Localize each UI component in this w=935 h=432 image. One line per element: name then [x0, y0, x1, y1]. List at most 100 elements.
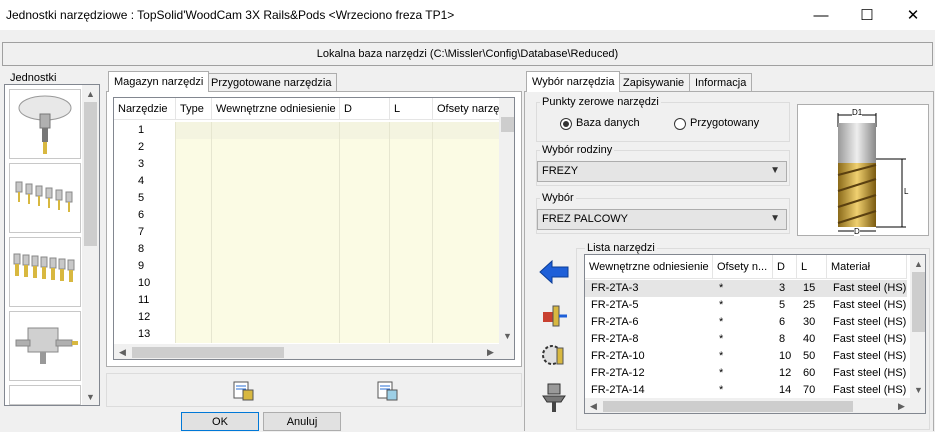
- tab-wybor[interactable]: Wybór narzędzia: [526, 71, 621, 92]
- cancel-button[interactable]: Anuluj: [263, 412, 341, 431]
- magazine-vscroll-thumb[interactable]: [501, 117, 514, 132]
- table-row[interactable]: 8: [114, 241, 500, 258]
- units-scrollbar[interactable]: ▲ ▼: [82, 85, 99, 405]
- scroll-right-icon[interactable]: ▶: [893, 398, 910, 413]
- table-cell: [433, 139, 500, 156]
- table-row[interactable]: 2: [114, 139, 500, 156]
- tool-list-row[interactable]: FR-2TA-8 * 8 40 Fast steel (HS): [585, 331, 907, 348]
- table-row[interactable]: 11: [114, 292, 500, 309]
- table-cell: [390, 275, 433, 292]
- tool-list-row[interactable]: FR-2TA-6 * 6 30 Fast steel (HS): [585, 314, 907, 331]
- table-cell: [212, 258, 340, 275]
- unit-thumb-drills[interactable]: [9, 237, 81, 307]
- magazine-hscroll[interactable]: ◀ ▶: [114, 344, 514, 359]
- col-l[interactable]: L: [797, 255, 827, 278]
- table-row[interactable]: 1: [114, 122, 500, 139]
- maximize-button[interactable]: ☐: [844, 0, 890, 30]
- unit-thumb-aggregate[interactable]: [9, 311, 81, 381]
- table-cell: [390, 173, 433, 190]
- units-list[interactable]: ▲ ▼: [4, 84, 100, 406]
- title-bar: Jednostki narzędziowe : TopSolid'WoodCam…: [0, 0, 935, 30]
- scroll-right-icon[interactable]: ▶: [482, 344, 499, 359]
- magazine-hscroll-thumb[interactable]: [132, 347, 284, 358]
- tool-list-row[interactable]: FR-2TA-10 * 10 50 Fast steel (HS): [585, 348, 907, 365]
- tab-zapisywanie[interactable]: Zapisywanie: [617, 73, 691, 92]
- tool-list-grid[interactable]: Wewnętrzne odniesienie Ofsety n... D L M…: [584, 254, 926, 414]
- tool-list-cell: 10: [779, 350, 792, 362]
- tool-list-vscroll[interactable]: ▲ ▼: [910, 255, 925, 398]
- col-type[interactable]: Type: [176, 98, 212, 119]
- table-cell: [176, 224, 212, 241]
- close-button[interactable]: ✕: [890, 0, 935, 30]
- scroll-left-icon[interactable]: ◀: [585, 398, 602, 413]
- scroll-up-icon[interactable]: ▲: [910, 255, 925, 272]
- minimize-button[interactable]: —: [798, 0, 844, 30]
- table-row[interactable]: 6: [114, 207, 500, 224]
- scroll-down-icon[interactable]: ▼: [499, 327, 514, 344]
- col-ofsety[interactable]: Ofsety n...: [713, 255, 773, 278]
- table-row[interactable]: 4: [114, 173, 500, 190]
- table-row[interactable]: 9: [114, 258, 500, 275]
- unit-thumb-tools-row[interactable]: [9, 163, 81, 233]
- col-wewnetrzne[interactable]: Wewnętrzne odniesienie: [212, 98, 340, 119]
- scroll-down-icon[interactable]: ▼: [910, 381, 925, 398]
- load-tool-icon[interactable]: [228, 375, 258, 405]
- col-l[interactable]: L: [390, 98, 433, 119]
- table-row[interactable]: 10: [114, 275, 500, 292]
- scroll-down-icon[interactable]: ▼: [82, 388, 99, 405]
- tool-list-row[interactable]: FR-2TA-5 * 5 25 Fast steel (HS): [585, 297, 907, 314]
- chevron-down-icon: ▼: [770, 165, 780, 176]
- tool-list-row[interactable]: FR-2TA-14 * 14 70 Fast steel (HS): [585, 382, 907, 399]
- tool-list-row[interactable]: FR-2TA-3 * 3 15 Fast steel (HS): [585, 280, 907, 297]
- table-row[interactable]: 3: [114, 156, 500, 173]
- unit-thumb-partial[interactable]: [9, 385, 81, 405]
- col-odniesienie[interactable]: Wewnętrzne odniesienie: [585, 255, 713, 278]
- tool-list-cell: FR-2TA-3: [591, 282, 639, 294]
- tool-holder-icon[interactable]: [536, 380, 572, 416]
- tool-drawing: D1 L D: [797, 104, 929, 236]
- ok-button[interactable]: OK: [181, 412, 259, 431]
- col-ofsety[interactable]: Ofsety narzę: [433, 98, 500, 119]
- table-cell: [433, 207, 500, 224]
- radio-baza-danych[interactable]: [560, 118, 572, 130]
- radio-baza-label[interactable]: Baza danych: [576, 117, 640, 129]
- table-cell: [433, 173, 500, 190]
- table-row[interactable]: 5: [114, 190, 500, 207]
- tool-list-vscroll-thumb[interactable]: [912, 272, 925, 332]
- table-cell: [212, 190, 340, 207]
- radio-przygotowany-label[interactable]: Przygotowany: [690, 117, 759, 129]
- tool-settings-icon[interactable]: [536, 338, 572, 372]
- selection-label: Wybór: [540, 192, 576, 204]
- table-cell: [212, 139, 340, 156]
- radio-przygotowany[interactable]: [674, 118, 686, 130]
- table-row[interactable]: 7: [114, 224, 500, 241]
- table-cell: [433, 224, 500, 241]
- magazine-vscroll[interactable]: ▼: [499, 98, 514, 344]
- table-row[interactable]: 13: [114, 326, 500, 343]
- tab-informacja[interactable]: Informacja: [689, 73, 753, 92]
- tool-list-cell: Fast steel (HS): [833, 316, 907, 328]
- col-d[interactable]: D: [773, 255, 797, 278]
- col-narzedzie[interactable]: Narzędzie: [114, 98, 176, 119]
- arrow-left-icon[interactable]: [536, 256, 572, 288]
- tool-list-hscroll[interactable]: ◀ ▶: [585, 398, 925, 413]
- table-row[interactable]: 12: [114, 309, 500, 326]
- table-cell: [340, 309, 390, 326]
- scroll-up-icon[interactable]: ▲: [82, 85, 99, 102]
- tool-list-hscroll-thumb[interactable]: [603, 401, 853, 412]
- unit-thumb-spindle[interactable]: [9, 89, 81, 159]
- magazine-grid[interactable]: Narzędzie Type Wewnętrzne odniesienie D …: [113, 97, 515, 360]
- row-number: 2: [114, 139, 176, 156]
- family-select[interactable]: FREZY ▼: [537, 161, 787, 182]
- tool-transfer-icon[interactable]: [536, 298, 572, 332]
- col-d[interactable]: D: [340, 98, 390, 119]
- scroll-thumb[interactable]: [84, 102, 97, 246]
- tab-magazyn[interactable]: Magazyn narzędzi: [108, 71, 210, 92]
- export-tool-icon[interactable]: [372, 375, 402, 405]
- col-material[interactable]: Materiał: [827, 255, 907, 278]
- scroll-left-icon[interactable]: ◀: [114, 344, 131, 359]
- selection-select[interactable]: FREZ PALCOWY ▼: [537, 209, 787, 230]
- database-path: Lokalna baza narzędzi (C:\Missler\Config…: [2, 42, 933, 66]
- tool-list-row[interactable]: FR-2TA-12 * 12 60 Fast steel (HS): [585, 365, 907, 382]
- tab-przygotowane[interactable]: Przygotowane narzędzia: [205, 73, 338, 92]
